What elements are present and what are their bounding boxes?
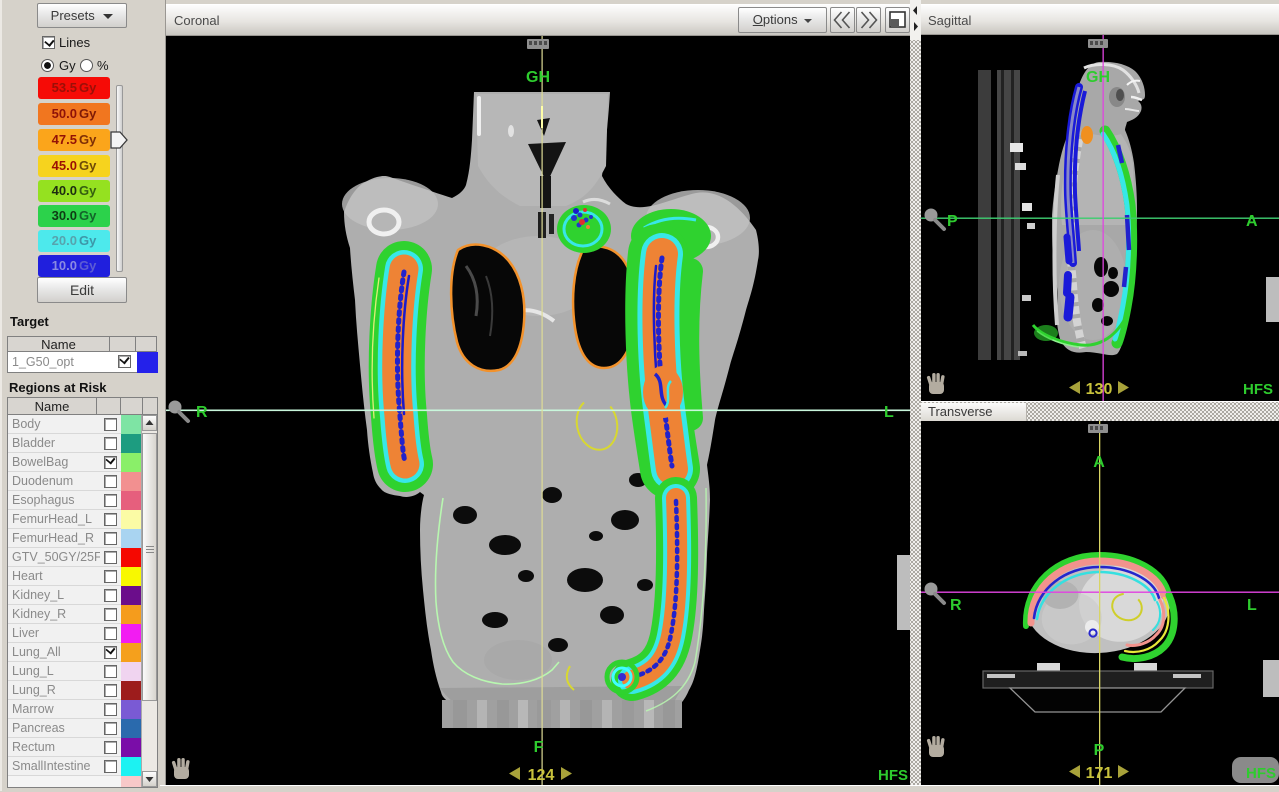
svg-text:GH: GH	[526, 69, 550, 86]
svg-text:R: R	[950, 597, 962, 614]
svg-text:F: F	[534, 739, 544, 756]
svg-text:GH: GH	[1086, 69, 1110, 86]
svg-text:A: A	[1246, 213, 1258, 230]
svg-text:P: P	[1094, 742, 1105, 759]
svg-text:A: A	[1093, 454, 1105, 471]
svg-text:P: P	[947, 213, 958, 230]
svg-text:124: 124	[528, 767, 555, 784]
svg-text:130: 130	[1086, 381, 1113, 398]
svg-text:171: 171	[1086, 765, 1113, 782]
svg-text:HFS: HFS	[878, 767, 908, 784]
svg-text:L: L	[1247, 597, 1257, 614]
svg-text:R: R	[196, 404, 208, 421]
svg-text:HFS: HFS	[1243, 381, 1273, 398]
svg-text:L: L	[884, 404, 894, 421]
svg-text:HFS: HFS	[1246, 765, 1276, 782]
